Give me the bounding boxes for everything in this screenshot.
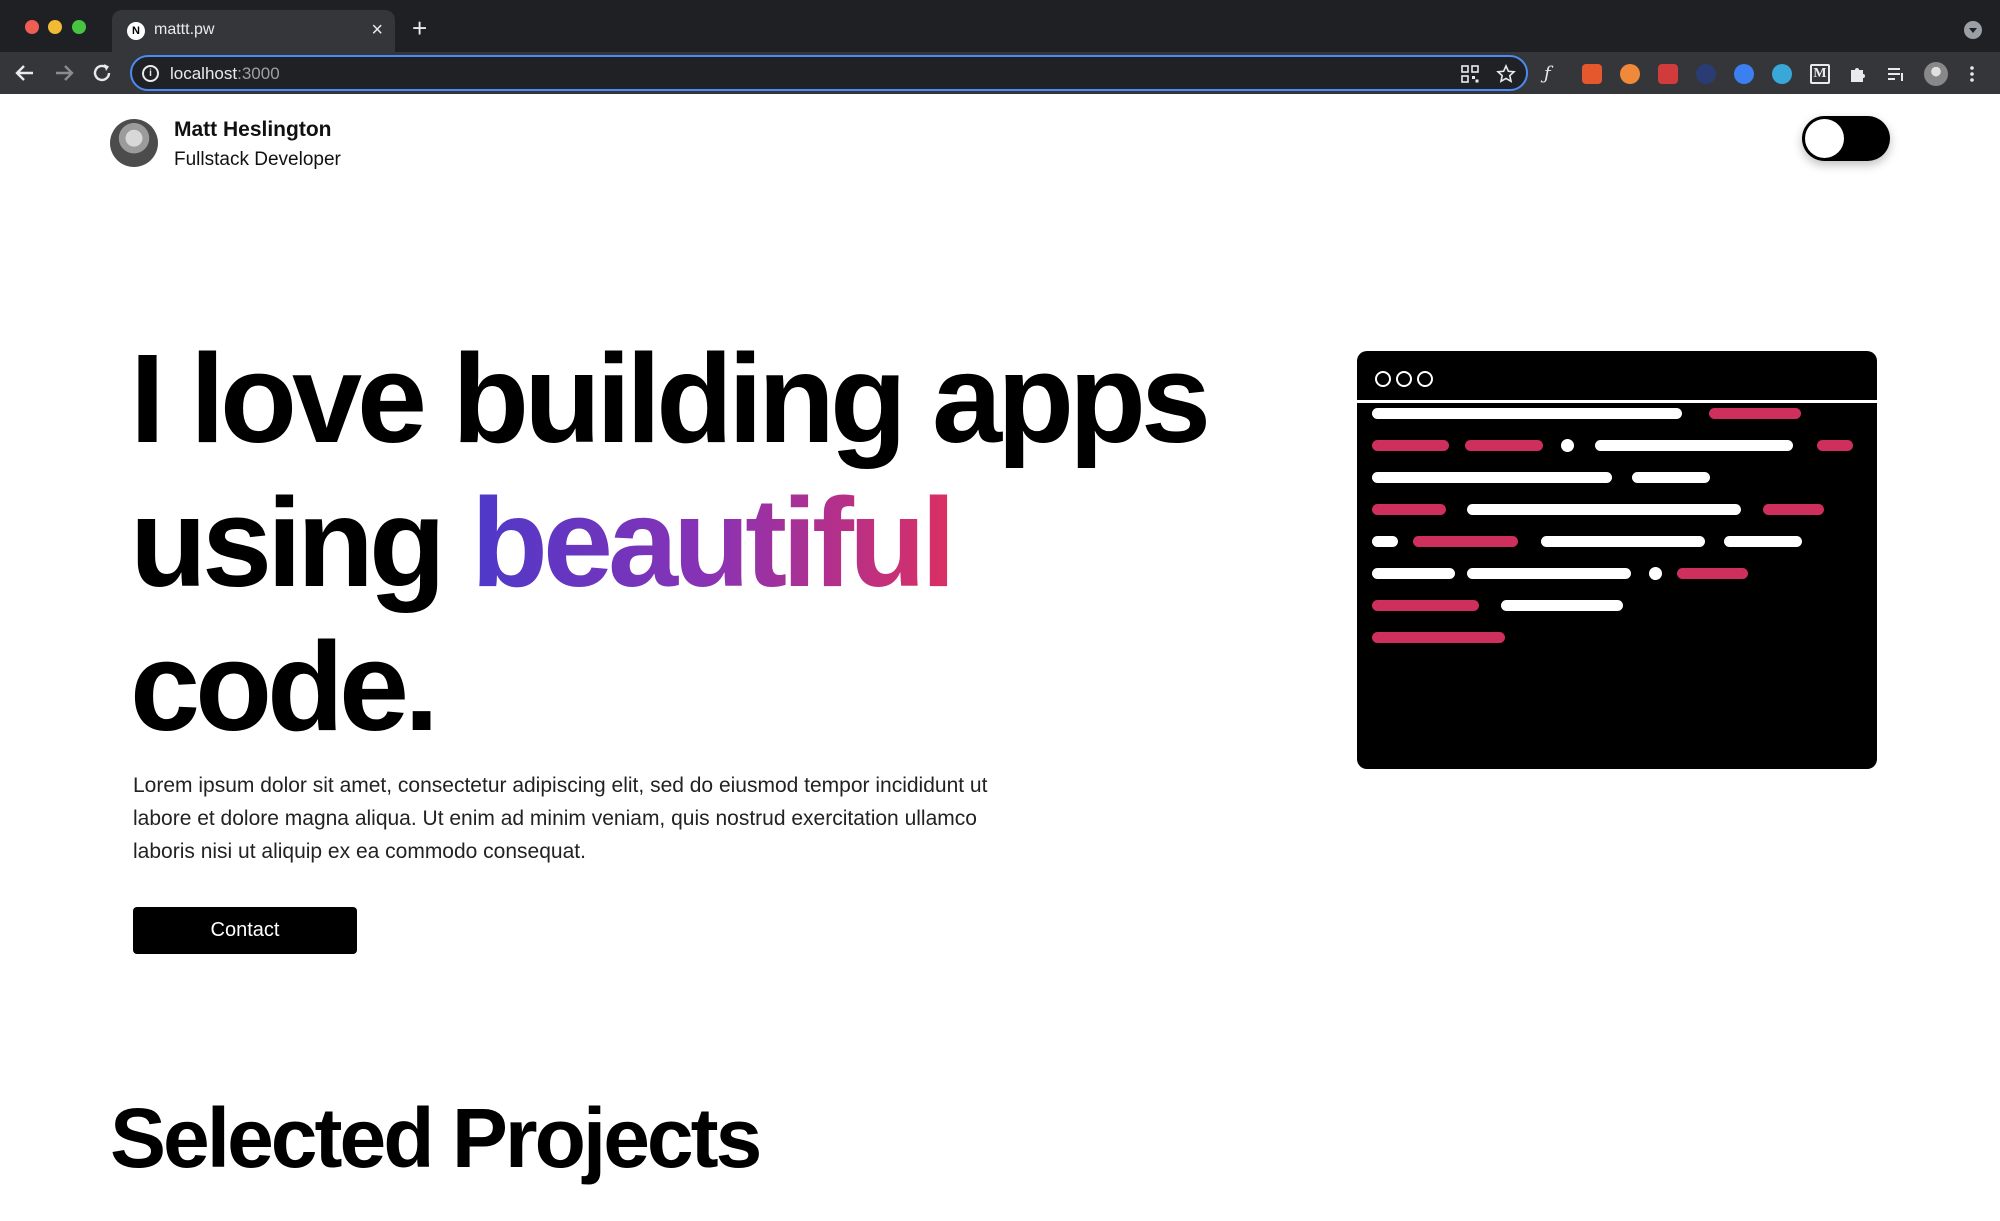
code-line <box>1724 536 1802 547</box>
code-line <box>1763 504 1824 515</box>
hero-highlight-word: beautiful <box>471 472 956 613</box>
site-info-icon[interactable]: i <box>142 65 159 82</box>
code-line <box>1372 600 1479 611</box>
code-line <box>1372 536 1398 547</box>
code-line <box>1709 408 1801 419</box>
red-calendar-icon[interactable] <box>1658 64 1678 84</box>
code-line <box>1372 440 1449 451</box>
window-dot-icon <box>1375 371 1391 387</box>
code-line <box>1413 536 1518 547</box>
tab-close-icon[interactable]: × <box>371 19 383 41</box>
nextjs-favicon-icon: N <box>127 22 145 40</box>
kebab-menu-icon[interactable] <box>1962 64 1982 84</box>
orange-percent-icon[interactable] <box>1582 64 1602 84</box>
profile-avatar-icon[interactable] <box>1924 62 1948 86</box>
blue-circle-icon[interactable] <box>1734 64 1754 84</box>
dark-circle-icon[interactable] <box>1696 64 1716 84</box>
section-title: Selected Projects <box>110 1091 762 1185</box>
avatar <box>110 119 158 167</box>
code-dot <box>1561 439 1574 452</box>
browser-titlebar: N mattt.pw × + <box>0 0 2000 52</box>
window-dot-icon <box>1396 371 1412 387</box>
code-line <box>1632 472 1710 483</box>
new-tab-button[interactable]: + <box>412 15 427 41</box>
bookmark-star-icon[interactable] <box>1496 64 1516 84</box>
code-line <box>1467 504 1741 515</box>
url-text: localhost:3000 <box>170 64 280 84</box>
profile-name: Matt Heslington <box>174 118 332 141</box>
code-line <box>1501 600 1623 611</box>
code-line <box>1372 632 1505 643</box>
hero-heading: I love building apps using beautiful cod… <box>130 327 1280 759</box>
function-icon[interactable]: ƒ <box>1544 64 1564 84</box>
code-line <box>1465 440 1543 451</box>
hero-line-2-prefix: using <box>130 472 471 613</box>
url-port: :3000 <box>237 64 280 83</box>
code-line <box>1541 536 1705 547</box>
code-header-divider <box>1357 400 1877 403</box>
window-dot-icon <box>1417 371 1433 387</box>
hero-paragraph: Lorem ipsum dolor sit amet, consectetur … <box>133 774 988 863</box>
code-line <box>1467 568 1631 579</box>
browser-toolbar: i localhost:3000 ƒ M <box>0 52 2000 94</box>
code-line <box>1372 568 1455 579</box>
code-line <box>1595 440 1793 451</box>
theme-toggle[interactable] <box>1802 116 1890 161</box>
qr-code-icon[interactable] <box>1460 64 1480 84</box>
web-page: Matt Heslington Fullstack Developer I lo… <box>0 94 2000 1221</box>
toggle-knob <box>1805 119 1844 158</box>
url-host: localhost <box>170 64 238 83</box>
medium-icon[interactable]: M <box>1810 64 1830 84</box>
reload-icon[interactable] <box>89 60 115 86</box>
back-arrow-icon[interactable] <box>12 60 38 86</box>
address-bar[interactable]: i localhost:3000 <box>130 55 1528 91</box>
code-line <box>1372 408 1682 419</box>
forward-arrow-icon[interactable] <box>51 60 77 86</box>
tab-title: mattt.pw <box>154 21 215 38</box>
code-editor-illustration <box>1357 351 1877 769</box>
tab-search-icon[interactable] <box>1964 21 1982 39</box>
maximize-window-button[interactable] <box>72 20 86 34</box>
puzzle-icon[interactable] <box>1848 64 1868 84</box>
hero-line-1: I love building apps <box>130 328 1211 469</box>
code-line <box>1677 568 1748 579</box>
hero-line-3: code. <box>130 616 439 757</box>
contact-button[interactable]: Contact <box>133 907 357 954</box>
code-line <box>1817 440 1853 451</box>
close-window-button[interactable] <box>25 20 39 34</box>
code-line <box>1372 504 1446 515</box>
browser-tab[interactable]: N mattt.pw × <box>112 10 395 52</box>
profile-role: Fullstack Developer <box>174 149 341 170</box>
squirrel-icon[interactable] <box>1620 64 1640 84</box>
code-line <box>1372 472 1612 483</box>
minimize-window-button[interactable] <box>48 20 62 34</box>
blue-shield-icon[interactable] <box>1772 64 1792 84</box>
hero-line-2: using beautiful <box>130 471 1280 615</box>
reading-list-icon[interactable] <box>1886 64 1906 84</box>
code-dot <box>1649 567 1662 580</box>
